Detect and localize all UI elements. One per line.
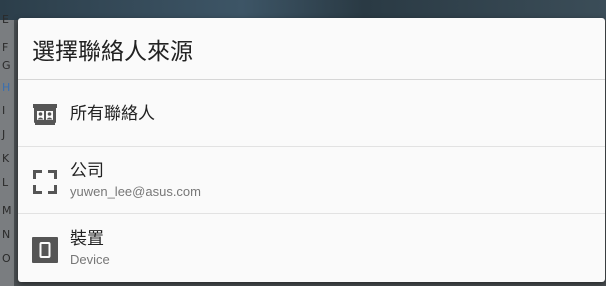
- option-text: 所有聯絡人: [70, 104, 155, 124]
- index-letter: N: [2, 228, 11, 241]
- index-letter: M: [2, 204, 12, 217]
- option-label: 裝置: [70, 229, 104, 249]
- option-company-account[interactable]: 公司 yuwen_lee@asus.com: [18, 147, 605, 214]
- contact-source-dialog: 選擇聯絡人來源 所有聯絡人 公司 yuwen_lee@asus.com 裝置 D…: [18, 18, 605, 282]
- background-header-image: [0, 0, 606, 20]
- index-letter: I: [2, 104, 6, 117]
- index-letter: G: [2, 59, 11, 72]
- all-contacts-icon: [32, 101, 58, 127]
- option-sublabel: Device: [70, 252, 110, 267]
- index-letter: K: [2, 152, 10, 165]
- index-letter: F: [2, 41, 9, 54]
- index-letter: H: [2, 81, 11, 94]
- option-text: 裝置 Device: [70, 229, 110, 268]
- option-all-contacts[interactable]: 所有聯絡人: [18, 80, 605, 147]
- exchange-account-icon: [32, 169, 58, 195]
- option-label: 公司: [70, 161, 104, 181]
- index-letter: J: [2, 128, 6, 141]
- account-email: yuwen_lee@asus.com: [70, 184, 201, 199]
- index-letter: E: [2, 13, 9, 26]
- option-label: 所有聯絡人: [70, 104, 155, 124]
- option-text: 公司 yuwen_lee@asus.com: [70, 161, 201, 200]
- dialog-title: 選擇聯絡人來源: [18, 18, 605, 80]
- index-letter: L: [2, 176, 9, 189]
- background-index-strip: E F G H I J K L M N O: [0, 14, 14, 286]
- device-icon: [32, 237, 58, 263]
- index-letter: O: [2, 252, 11, 265]
- option-device[interactable]: 裝置 Device: [18, 214, 605, 282]
